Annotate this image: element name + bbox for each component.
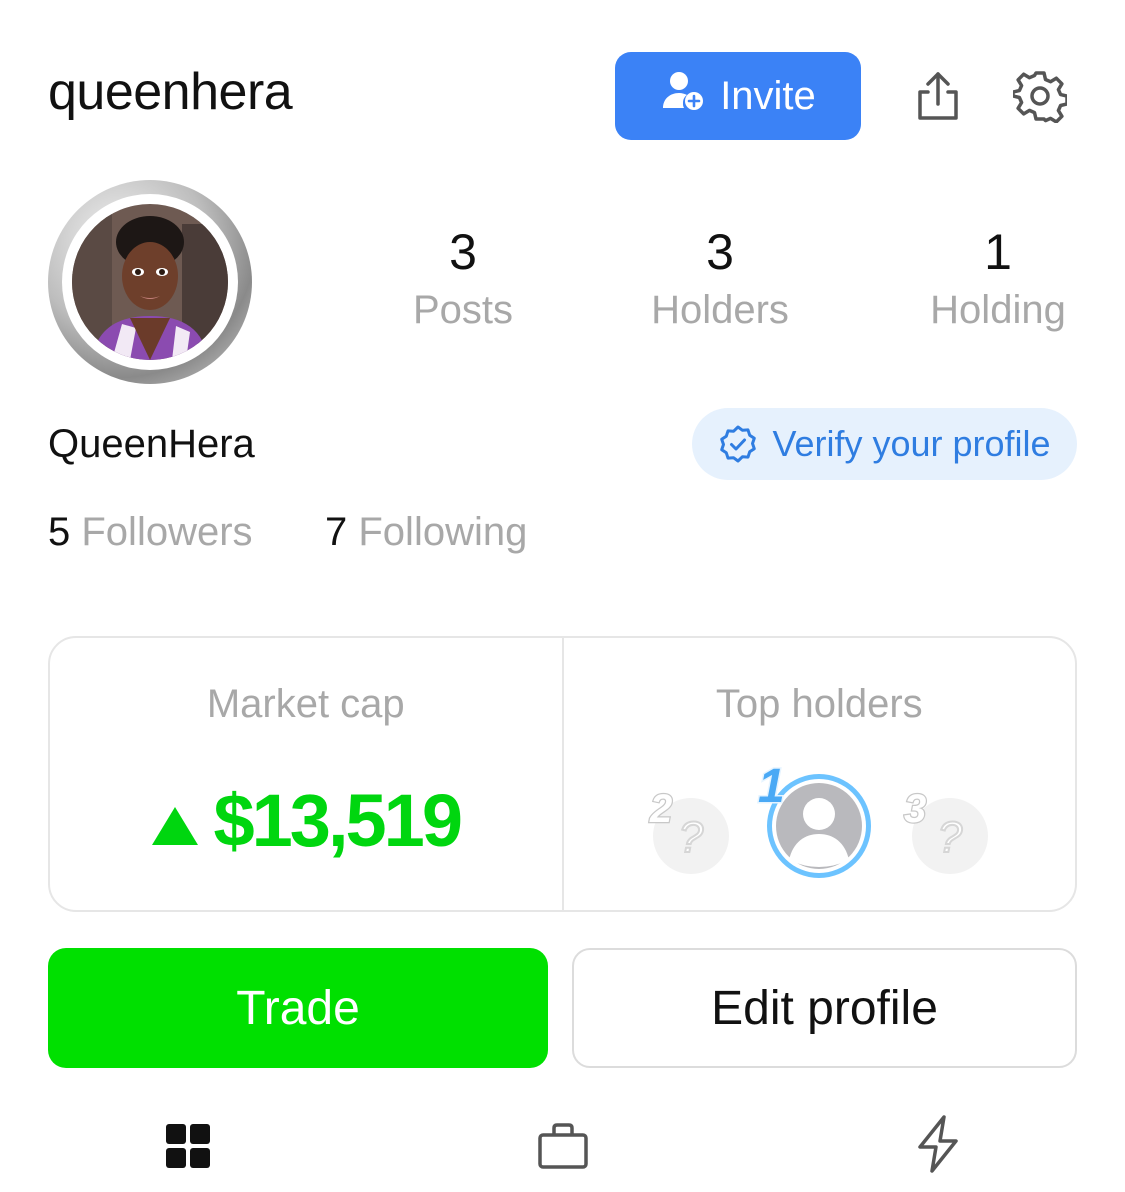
following-count: 7 — [325, 510, 348, 554]
verify-profile-button[interactable]: Verify your profile — [692, 408, 1077, 480]
holder-rank-2[interactable]: ? 2 — [646, 786, 736, 883]
verify-label: Verify your profile — [772, 423, 1051, 464]
holders-count: 3 — [706, 224, 734, 280]
tab-posts-grid[interactable] — [158, 1116, 218, 1176]
market-cap-label: Market cap — [206, 682, 405, 726]
following-link[interactable]: 7 Following — [325, 510, 527, 555]
stat-holders[interactable]: 3 Holders — [610, 222, 830, 333]
top-holders-label: Top holders — [715, 682, 923, 726]
holding-label: Holding — [930, 288, 1066, 332]
followers-count: 5 — [48, 510, 71, 554]
holder-rank-3[interactable]: ? 3 — [900, 786, 990, 883]
stats-card: Market cap $13,519 Top holders ? 2 1 ? 3 — [48, 636, 1077, 912]
top-holders-panel[interactable]: Top holders ? 2 1 ? 3 — [564, 638, 1076, 910]
display-name: QueenHera — [48, 422, 255, 466]
tab-shop[interactable] — [533, 1116, 593, 1176]
verified-badge-icon — [720, 425, 757, 463]
posts-label: Posts — [412, 288, 514, 332]
holder-rank-2-number: 2 — [649, 788, 672, 831]
lightning-icon — [918, 1115, 958, 1173]
market-cap-value: $13,519 — [213, 779, 463, 862]
settings-button[interactable] — [1010, 66, 1070, 126]
invite-label: Invite — [720, 73, 816, 118]
stat-posts[interactable]: 3 Posts — [353, 222, 573, 333]
gear-icon — [1013, 71, 1067, 123]
market-cap-panel[interactable]: Market cap $13,519 — [50, 638, 562, 910]
stat-holding[interactable]: 1 Holding — [888, 222, 1108, 333]
holder-rank-3-number: 3 — [904, 788, 926, 831]
username-title: queenhera — [48, 63, 293, 121]
edit-profile-button[interactable]: Edit profile — [572, 948, 1077, 1068]
holder-rank-1[interactable]: 1 — [756, 756, 886, 885]
invite-button[interactable]: Invite — [615, 52, 861, 140]
shopping-bag-icon — [538, 1123, 588, 1169]
trade-button[interactable]: Trade — [48, 948, 548, 1068]
avatar[interactable] — [48, 180, 252, 384]
holding-count: 1 — [984, 224, 1012, 280]
followers-link[interactable]: 5 Followers — [48, 510, 253, 555]
following-label: Following — [358, 510, 528, 554]
avatar-image — [72, 204, 228, 360]
holder-rank-1-number: 1 — [758, 760, 785, 813]
share-button[interactable] — [908, 66, 968, 126]
svg-text:?: ? — [937, 813, 962, 862]
followers-label: Followers — [81, 510, 253, 554]
tab-activity[interactable] — [908, 1114, 968, 1174]
holders-label: Holders — [651, 288, 789, 332]
svg-text:?: ? — [678, 813, 703, 862]
triangle-up-icon — [151, 806, 198, 845]
share-icon — [918, 72, 958, 120]
add-user-icon — [660, 68, 706, 124]
grid-icon — [166, 1124, 210, 1168]
posts-count: 3 — [449, 224, 477, 280]
